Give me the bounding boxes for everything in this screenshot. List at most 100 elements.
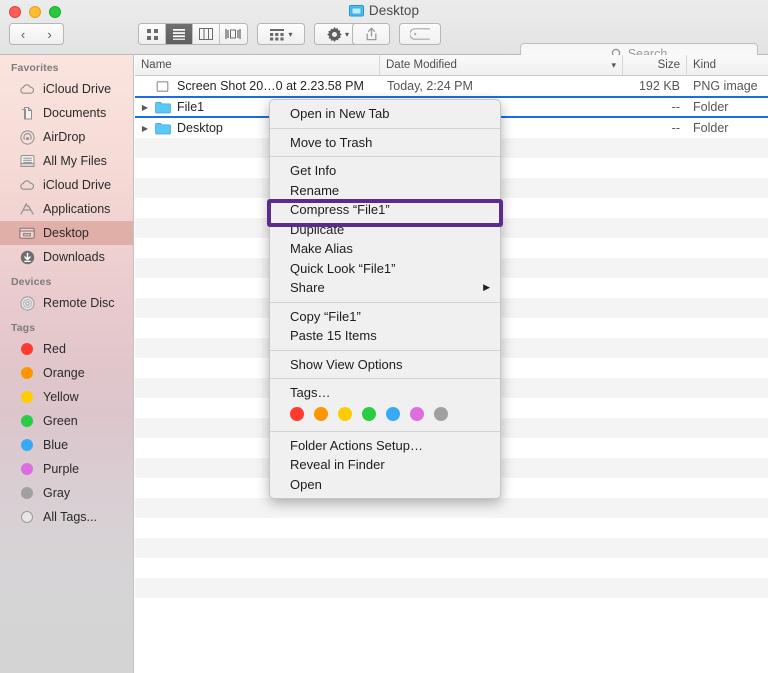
sidebar-item-blue[interactable]: Blue: [0, 433, 133, 457]
view-mode-group: [138, 23, 248, 45]
menu-item-label: Move to Trash: [290, 134, 373, 150]
sidebar-item-orange[interactable]: Orange: [0, 361, 133, 385]
gear-icon: [327, 26, 342, 42]
table-row[interactable]: Screen Shot 20…0 at 2.23.58 PM Today, 2:2…: [135, 76, 768, 96]
tag-swatch-2[interactable]: [338, 406, 352, 421]
menu-item-duplicate[interactable]: Duplicate: [270, 220, 500, 240]
window-title: Desktop: [0, 3, 768, 20]
empty-row: [135, 498, 768, 518]
column-header-kind[interactable]: Kind: [687, 55, 767, 75]
menu-item-make-alias[interactable]: Make Alias: [270, 239, 500, 259]
menu-item-rename[interactable]: Rename: [270, 181, 500, 201]
menu-separator: [270, 156, 500, 157]
tag-swatch-5[interactable]: [410, 406, 424, 421]
menu-item-paste-15-items[interactable]: Paste 15 Items: [270, 326, 500, 346]
column-header-date-modified[interactable]: Date Modified ▾: [380, 55, 623, 75]
list-icon: [173, 29, 185, 40]
sidebar-section-header-favorites: Favorites: [11, 62, 59, 74]
empty-row: [135, 558, 768, 578]
column-view-button[interactable]: [193, 24, 220, 44]
context-menu[interactable]: Open in New Tab Move to Trash Get Info Rena…: [269, 99, 501, 499]
folder-icon: [348, 4, 364, 20]
sidebar-item-remote-disc[interactable]: Remote Disc: [0, 291, 133, 315]
disclosure-triangle-icon[interactable]: ▶: [139, 124, 151, 133]
list-view-button[interactable]: [166, 24, 193, 44]
menu-item-get-info[interactable]: Get Info: [270, 161, 500, 181]
menu-item-label: Make Alias: [290, 241, 353, 257]
menu-item-quick-look-file1[interactable]: Quick Look “File1”: [270, 259, 500, 279]
tag-swatch-3[interactable]: [362, 406, 376, 421]
sidebar-item-icloud-drive[interactable]: iCloud Drive: [0, 77, 133, 101]
menu-item-show-view-options[interactable]: Show View Options: [270, 355, 500, 375]
coverflow-icon: [225, 29, 242, 39]
menu-item-folder-actions-setup[interactable]: Folder Actions Setup…: [270, 436, 500, 456]
file-size-cell: --: [671, 121, 680, 135]
menu-item-label: Get Info: [290, 163, 337, 179]
sidebar-item-airdrop[interactable]: AirDrop: [0, 125, 133, 149]
sidebar-section-header-tags: Tags: [11, 322, 36, 334]
menu-item-copy-file1[interactable]: Copy “File1”: [270, 307, 500, 327]
finder-sidebar[interactable]: Favorites iCloud Drive Documents AirDrop All…: [0, 55, 134, 673]
sidebar-item-all-my-files[interactable]: All My Files: [0, 149, 133, 173]
sidebar-item-purple[interactable]: Purple: [0, 457, 133, 481]
sidebar-item-label: Downloads: [43, 250, 105, 264]
sidebar-item-documents[interactable]: Documents: [0, 101, 133, 125]
column-header-kind-label: Kind: [693, 59, 717, 71]
arrange-button[interactable]: ▾: [257, 23, 305, 45]
menu-item-tags[interactable]: Tags…: [270, 383, 500, 403]
columns-icon: [199, 28, 213, 40]
menu-item-open-in-new-tab[interactable]: Open in New Tab: [270, 104, 500, 124]
share-button[interactable]: [352, 23, 390, 45]
tag-swatch-1[interactable]: [314, 406, 328, 421]
file-size-cell: --: [671, 100, 680, 114]
menu-item-label: Rename: [290, 182, 340, 198]
menu-item-share[interactable]: Share ▶: [270, 278, 500, 298]
sidebar-item-label: iCloud Drive: [43, 82, 112, 96]
finder-toolbar: ‹ › ▾ ▾ Search: [0, 20, 768, 64]
coverflow-view-button[interactable]: [220, 24, 247, 44]
sidebar-item-red[interactable]: Red: [0, 337, 133, 361]
image-file-icon: [153, 80, 172, 93]
tag-swatch-6[interactable]: [434, 406, 448, 421]
sidebar-item-gray[interactable]: Gray: [0, 481, 133, 505]
column-header-size-label: Size: [657, 59, 680, 71]
empty-row: [135, 578, 768, 598]
sidebar-item-label: Red: [43, 342, 66, 356]
menu-item-open[interactable]: Open: [270, 475, 500, 495]
tag-swatch-4[interactable]: [386, 406, 400, 421]
empty-row: [135, 538, 768, 558]
menu-item-label: Tags…: [290, 385, 331, 401]
menu-separator: [270, 127, 500, 129]
sidebar-item-yellow[interactable]: Yellow: [0, 385, 133, 409]
menu-item-label: Duplicate: [290, 221, 345, 237]
sidebar-item-label: All My Files: [43, 154, 107, 168]
menu-separator: [270, 349, 500, 351]
sidebar-item-green[interactable]: Green: [0, 409, 133, 433]
menu-item-label: Compress “File1”: [290, 202, 390, 218]
column-header-name[interactable]: Name: [135, 55, 380, 75]
back-button[interactable]: ‹: [9, 23, 37, 45]
sidebar-section-header-devices: Devices: [11, 276, 52, 288]
sidebar-item-desktop[interactable]: Desktop: [0, 221, 133, 245]
forward-button[interactable]: ›: [36, 23, 64, 45]
menu-item-compress-file1[interactable]: Compress “File1”: [270, 200, 500, 220]
menu-item-move-to-trash[interactable]: Move to Trash: [270, 133, 500, 153]
sidebar-item-all-tags[interactable]: All Tags...: [0, 505, 133, 529]
icon-view-button[interactable]: [139, 24, 166, 44]
empty-row: [135, 518, 768, 538]
sidebar-item-icloud-drive[interactable]: iCloud Drive: [0, 173, 133, 197]
tag-dot-icon: [18, 461, 36, 477]
sidebar-item-downloads[interactable]: Downloads: [0, 245, 133, 269]
sidebar-item-label: Blue: [43, 438, 69, 452]
menu-item-label: Quick Look “File1”: [290, 260, 396, 276]
sidebar-item-applications[interactable]: Applications: [0, 197, 133, 221]
tag-swatch-0[interactable]: [290, 406, 304, 421]
column-header-size[interactable]: Size: [623, 55, 687, 75]
menu-item-reveal-in-finder[interactable]: Reveal in Finder: [270, 455, 500, 475]
menu-item-label: Share: [290, 280, 325, 296]
tag-icon: [410, 28, 430, 40]
file-name-label: Screen Shot 20…0 at 2.23.58 PM: [177, 79, 364, 93]
tag-button[interactable]: [399, 23, 441, 45]
chevron-right-icon: ›: [47, 26, 52, 42]
disclosure-triangle-icon[interactable]: ▶: [139, 103, 151, 112]
